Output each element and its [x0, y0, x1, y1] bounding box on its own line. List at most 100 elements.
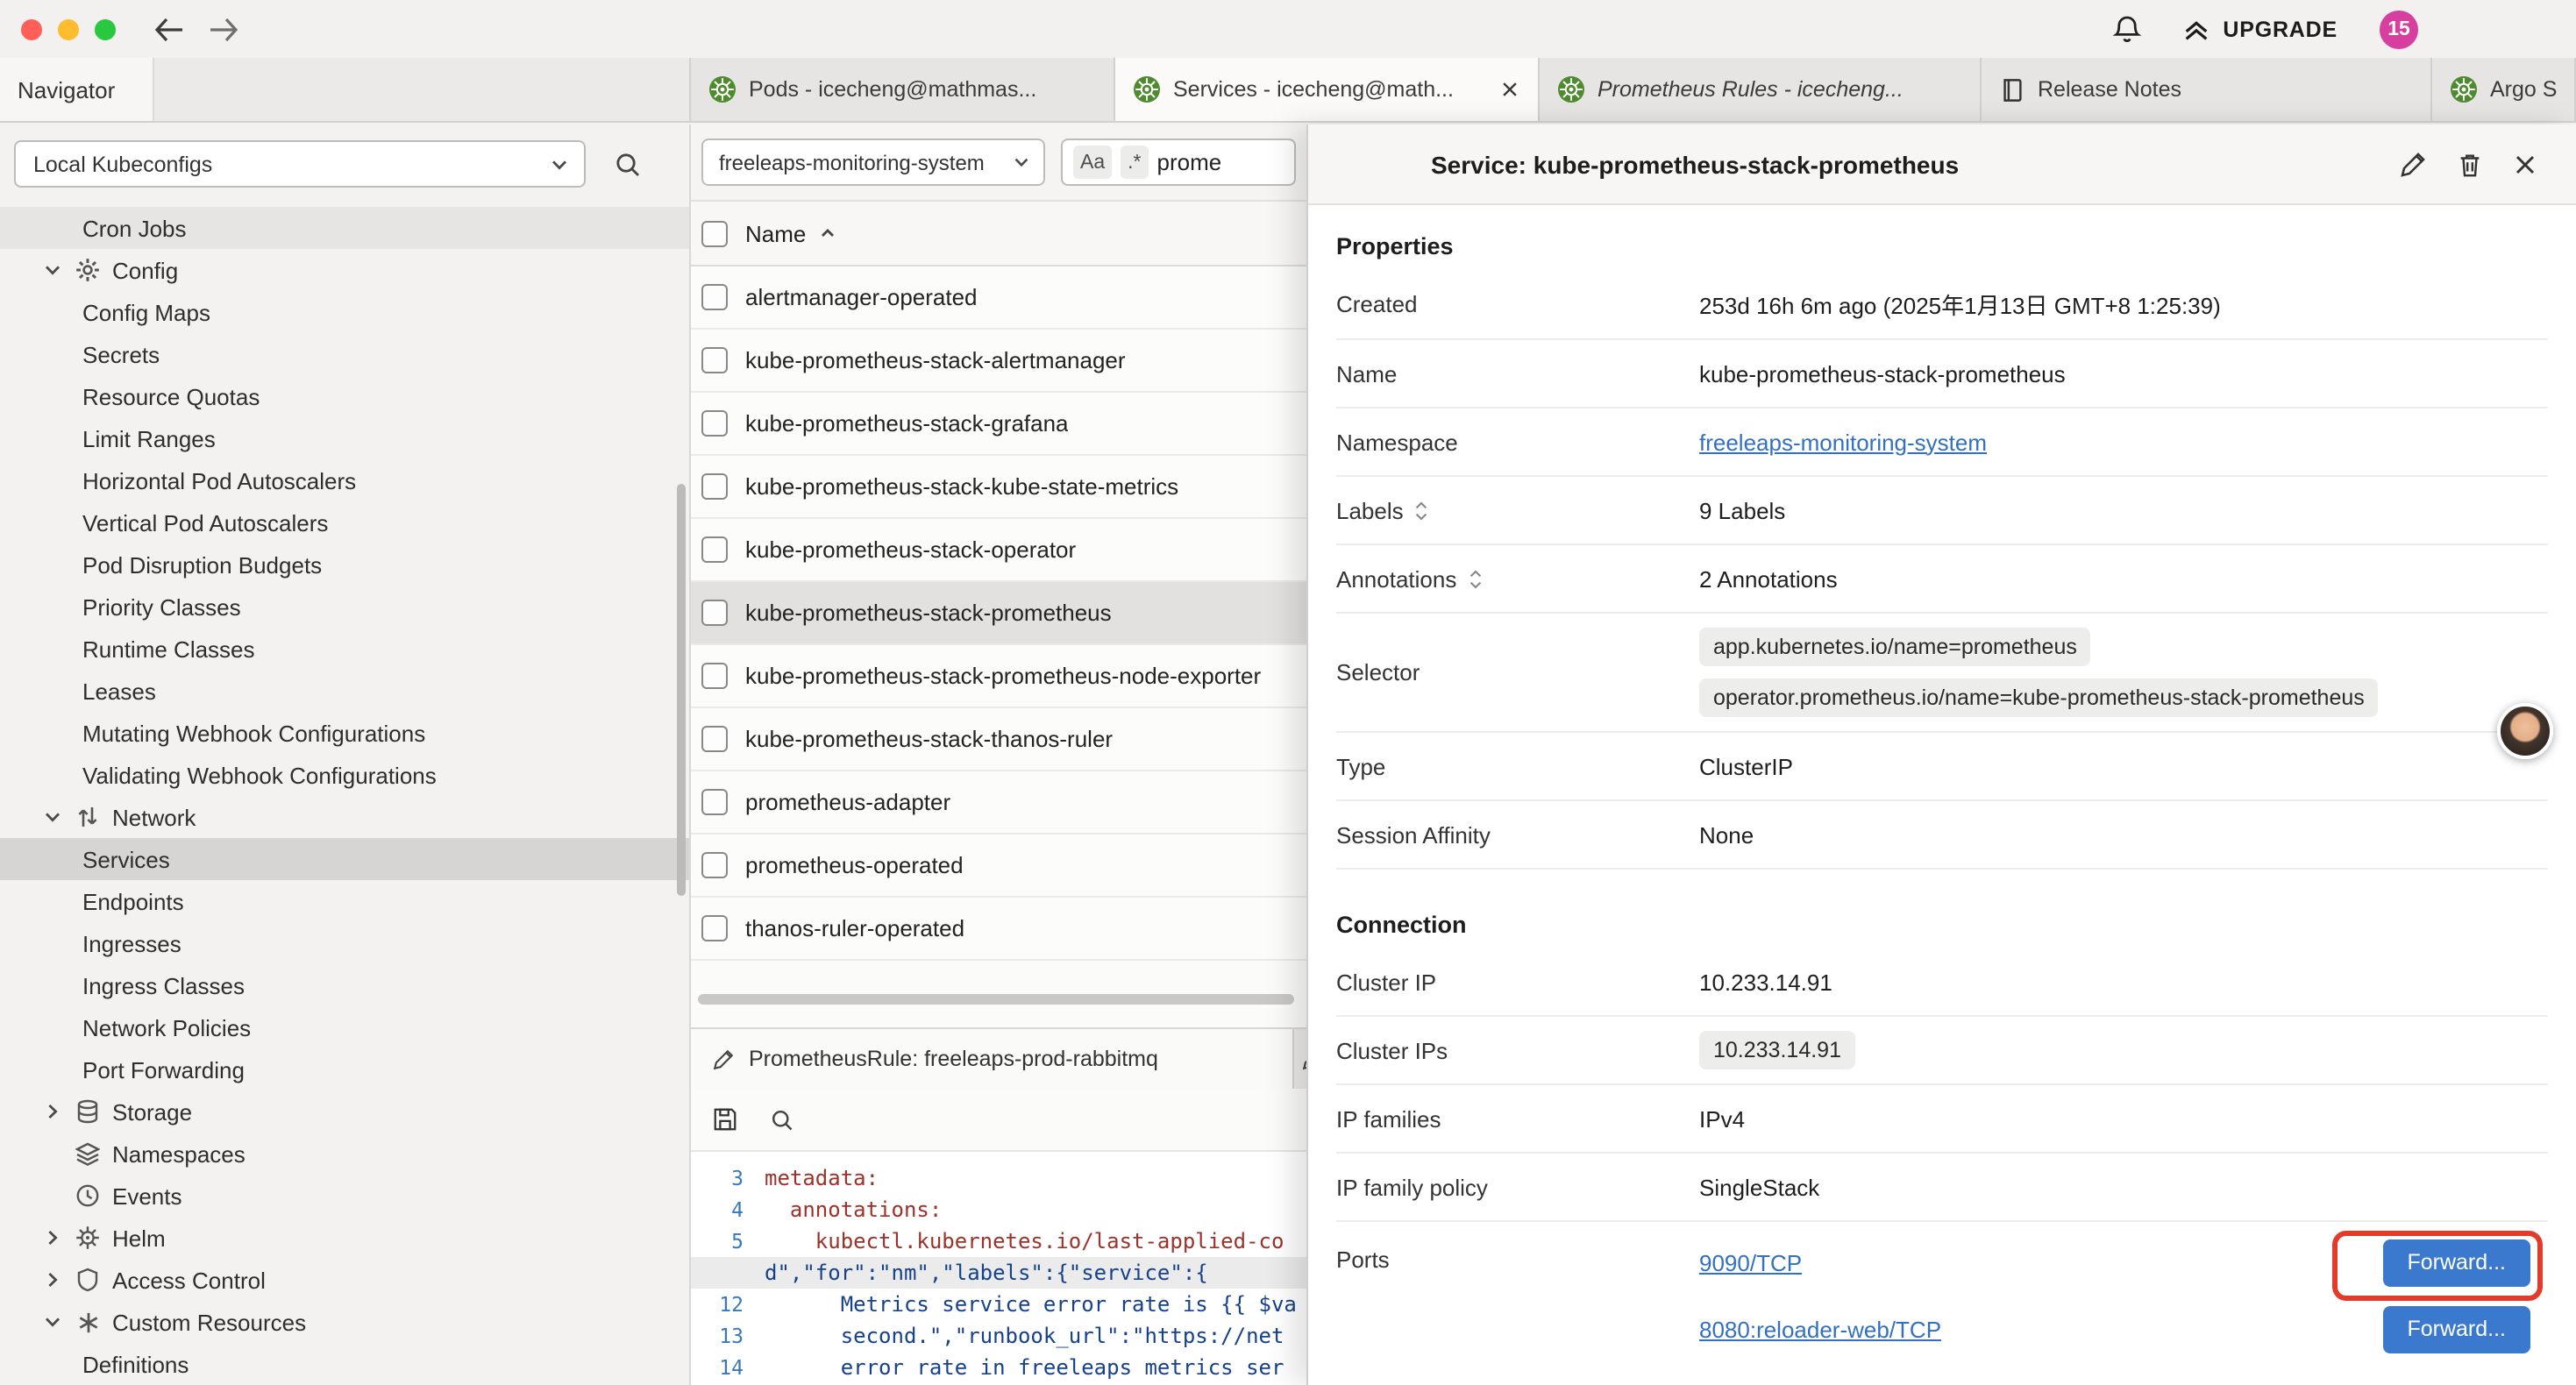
notification-count-badge[interactable]: 15 [2380, 10, 2418, 48]
table-row[interactable]: kube-prometheus-stack-prometheus-node-ex… [691, 645, 1306, 708]
chevron-right-icon[interactable] [39, 1227, 65, 1248]
chevron-down-icon[interactable] [39, 806, 65, 827]
name-column-header[interactable]: Name [745, 220, 836, 246]
chevron-right-icon[interactable] [39, 1269, 65, 1290]
sidebar-item-definitions[interactable]: Definitions [0, 1343, 689, 1385]
tab-release-notes[interactable]: Release Notes [1982, 58, 2432, 121]
tab-pods[interactable]: Pods - icecheng@mathmas... [691, 58, 1115, 121]
sidebar-item-cron-jobs[interactable]: Cron Jobs [0, 207, 689, 249]
table-row[interactable]: prometheus-operated [691, 835, 1306, 898]
chevron-right-icon[interactable] [39, 1101, 65, 1122]
sidebar-item-vertical-pod-autoscalers[interactable]: Vertical Pod Autoscalers [0, 501, 689, 543]
namespace-link[interactable]: freeleaps-monitoring-system [1699, 429, 1987, 455]
trash-icon[interactable] [2457, 150, 2483, 178]
sidebar-item-resource-quotas[interactable]: Resource Quotas [0, 375, 689, 417]
traffic-light-minimize[interactable] [58, 18, 79, 39]
row-checkbox[interactable] [701, 536, 728, 563]
dock-tab-next[interactable] [1294, 1029, 1306, 1089]
save-icon[interactable] [712, 1106, 738, 1133]
row-checkbox[interactable] [701, 600, 728, 626]
regex-toggle[interactable]: .* [1121, 146, 1148, 179]
row-checkbox[interactable] [701, 789, 728, 815]
sidebar-item-label: Config [112, 257, 178, 283]
forward-port-button[interactable]: Forward... [2382, 1239, 2530, 1286]
sidebar-item-endpoints[interactable]: Endpoints [0, 880, 689, 922]
upgrade-button[interactable]: UPGRADE [2181, 14, 2338, 44]
sidebar-item-events[interactable]: Events [0, 1175, 689, 1217]
yaml-editor[interactable]: 3metadata: 4 annotations: 5 kubectl.kube… [691, 1152, 1306, 1385]
edit-pencil-icon[interactable] [2399, 150, 2427, 178]
sidebar-item-config[interactable]: Config [0, 249, 689, 291]
row-checkbox[interactable] [701, 915, 728, 941]
sidebar-item-leases[interactable]: Leases [0, 670, 689, 712]
sidebar-item-secrets[interactable]: Secrets [0, 333, 689, 375]
namespace-filter-select[interactable]: freeleaps-monitoring-system [701, 138, 1045, 186]
sidebar-item-runtime-classes[interactable]: Runtime Classes [0, 628, 689, 670]
table-row[interactable]: alertmanager-operated [691, 266, 1306, 330]
sidebar-item-network[interactable]: Network [0, 796, 689, 838]
sidebar-item-services[interactable]: Services [0, 838, 689, 880]
editor-tabs: Pods - icecheng@mathmas... Services - ic… [691, 58, 2576, 121]
expand-updown-icon[interactable] [1467, 567, 1483, 590]
table-row-selected[interactable]: kube-prometheus-stack-prometheus [691, 582, 1306, 645]
dock-tab-prometheus-rule[interactable]: PrometheusRule: freeleaps-prod-rabbitmq [691, 1029, 1294, 1089]
traffic-light-close[interactable] [21, 18, 42, 39]
kubeconfig-selector[interactable]: Local Kubeconfigs [14, 140, 586, 188]
sidebar-item-mutating-webhook-configurations[interactable]: Mutating Webhook Configurations [0, 712, 689, 754]
sidebar-scrollbar[interactable] [677, 484, 686, 896]
sidebar-search-icon[interactable] [614, 150, 642, 178]
port-link-9090[interactable]: 9090/TCP [1699, 1249, 1802, 1275]
sidebar-item-ingresses[interactable]: Ingresses [0, 922, 689, 964]
sort-ascending-icon[interactable] [818, 224, 836, 242]
table-row[interactable]: prometheus-adapter [691, 771, 1306, 835]
close-tab-icon[interactable] [1499, 79, 1520, 100]
table-row[interactable]: kube-prometheus-stack-thanos-ruler [691, 708, 1306, 771]
traffic-light-zoom[interactable] [95, 18, 116, 39]
editor-search-icon[interactable] [770, 1107, 794, 1132]
expand-updown-icon[interactable] [1414, 499, 1430, 522]
user-avatar[interactable] [2497, 703, 2553, 759]
table-row[interactable]: kube-prometheus-stack-grafana [691, 393, 1306, 456]
search-input[interactable] [1157, 149, 1284, 175]
chevron-down-icon[interactable] [39, 1311, 65, 1332]
close-icon[interactable] [2513, 152, 2537, 176]
sidebar-toolbar: Local Kubeconfigs [0, 124, 689, 207]
chevron-down-icon[interactable] [39, 259, 65, 281]
sidebar-item-port-forwarding[interactable]: Port Forwarding [0, 1048, 689, 1090]
sidebar-item-limit-ranges[interactable]: Limit Ranges [0, 417, 689, 459]
tab-argo[interactable]: Argo S [2432, 58, 2576, 121]
notifications-bell-icon[interactable] [2110, 13, 2142, 45]
sidebar-item-custom-resources[interactable]: Custom Resources [0, 1301, 689, 1343]
sidebar-item-horizontal-pod-autoscalers[interactable]: Horizontal Pod Autoscalers [0, 459, 689, 501]
select-all-checkbox[interactable] [701, 220, 728, 246]
row-checkbox[interactable] [701, 852, 728, 878]
row-checkbox[interactable] [701, 726, 728, 752]
row-checkbox[interactable] [701, 663, 728, 689]
row-checkbox[interactable] [701, 473, 728, 500]
horizontal-scrollbar[interactable] [698, 994, 1294, 1005]
forward-port-button[interactable]: Forward... [2382, 1305, 2530, 1353]
sidebar-item-access-control[interactable]: Access Control [0, 1259, 689, 1301]
sidebar-item-namespaces[interactable]: Namespaces [0, 1133, 689, 1175]
tab-prometheus-rules[interactable]: Prometheus Rules - icecheng... [1540, 58, 1982, 121]
sidebar-item-ingress-classes[interactable]: Ingress Classes [0, 964, 689, 1006]
sidebar-item-helm[interactable]: Helm [0, 1217, 689, 1259]
match-case-toggle[interactable]: Aa [1073, 146, 1112, 179]
sidebar-item-config-maps[interactable]: Config Maps [0, 291, 689, 333]
forward-button[interactable] [207, 15, 242, 43]
sidebar-item-validating-webhook-configurations[interactable]: Validating Webhook Configurations [0, 754, 689, 796]
tab-services[interactable]: Services - icecheng@math... [1115, 58, 1540, 121]
table-row[interactable]: thanos-ruler-operated [691, 898, 1306, 961]
row-checkbox[interactable] [701, 284, 728, 310]
port-link-8080[interactable]: 8080:reloader-web/TCP [1699, 1316, 1941, 1342]
sidebar-item-priority-classes[interactable]: Priority Classes [0, 586, 689, 628]
row-checkbox[interactable] [701, 347, 728, 373]
table-row[interactable]: kube-prometheus-stack-operator [691, 519, 1306, 582]
table-row[interactable]: kube-prometheus-stack-kube-state-metrics [691, 456, 1306, 519]
sidebar-item-pod-disruption-budgets[interactable]: Pod Disruption Budgets [0, 543, 689, 586]
sidebar-item-storage[interactable]: Storage [0, 1090, 689, 1133]
back-button[interactable] [151, 15, 186, 43]
row-checkbox[interactable] [701, 410, 728, 437]
table-row[interactable]: kube-prometheus-stack-alertmanager [691, 330, 1306, 393]
sidebar-item-network-policies[interactable]: Network Policies [0, 1006, 689, 1048]
